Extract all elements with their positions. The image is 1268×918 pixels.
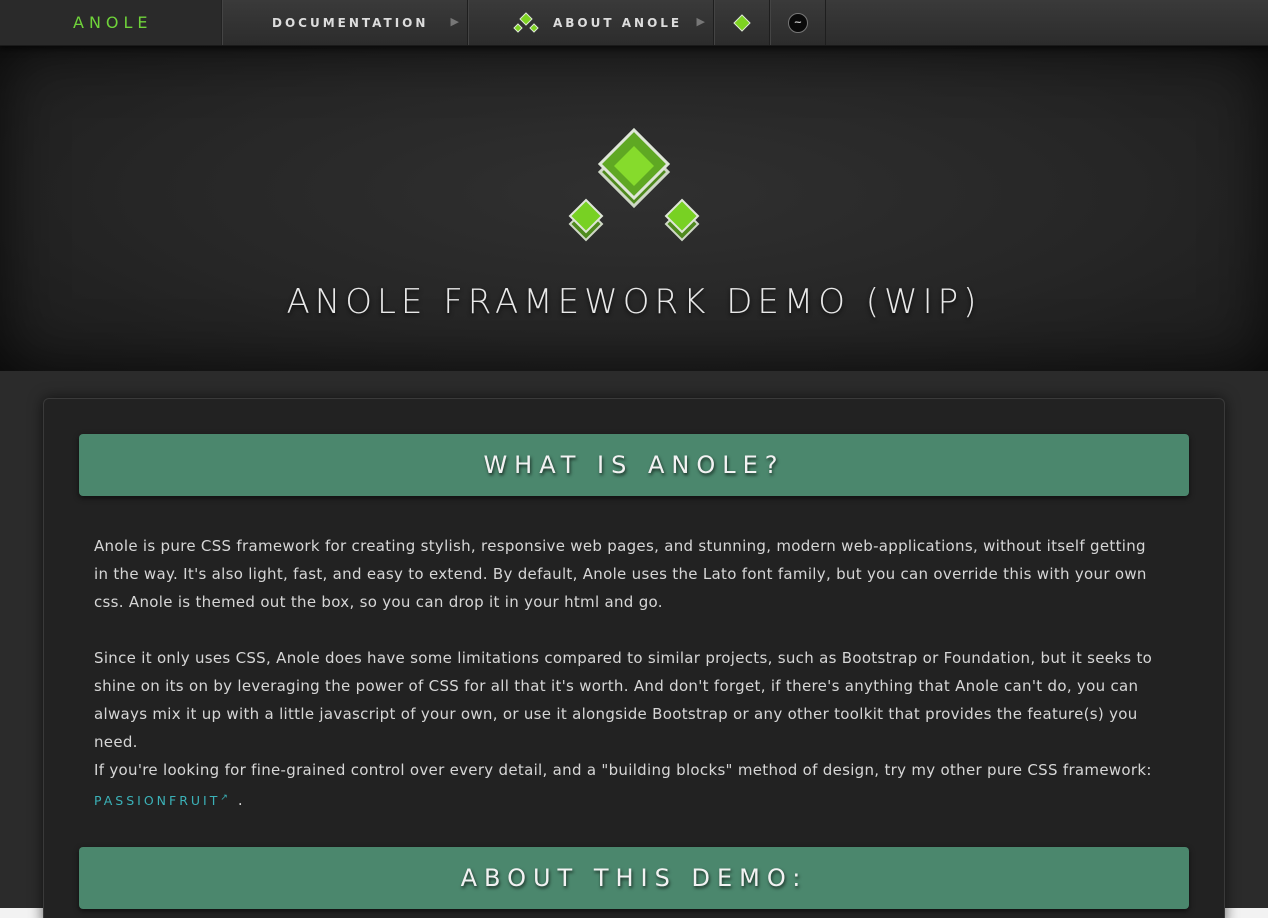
green-diamond-icon [733, 13, 751, 32]
intro-paragraph-1: Anole is pure CSS framework for creating… [94, 537, 1147, 611]
nav-about-label: ABOUT ANOLE [553, 15, 683, 30]
nav-diamond-button[interactable] [714, 0, 770, 45]
page-title: ANOLE FRAMEWORK DEMO (WIP) [286, 282, 982, 322]
nav-link-button[interactable]: ~ [770, 0, 826, 45]
intro-paragraph-3-text: If you're looking for fine-grained contr… [94, 761, 1152, 779]
content-card: WHAT IS ANOLE? Anole is pure CSS framewo… [43, 398, 1225, 918]
hero-banner: ANOLE FRAMEWORK DEMO (WIP) [0, 46, 1268, 371]
trailing-period: . [237, 791, 243, 810]
intro-paragraph-3: If you're looking for fine-grained contr… [94, 756, 1164, 815]
passionfruit-link[interactable]: PASSIONFRUIT↗ [94, 793, 238, 808]
anole-logo-icon [513, 11, 539, 33]
nav-documentation[interactable]: DOCUMENTATION ▶ [222, 0, 468, 45]
section-heading-what-is-anole: WHAT IS ANOLE? [79, 434, 1189, 496]
passionfruit-link-label: PASSIONFRUIT [94, 793, 221, 809]
top-nav: ANOLE DOCUMENTATION ▶ ABOUT ANOLE ▶ ~ [0, 0, 1268, 46]
caret-right-icon: ▶ [696, 15, 705, 28]
external-link-icon: ↗ [220, 793, 231, 803]
anole-logo-large-icon [568, 127, 700, 242]
section-heading-about-demo: ABOUT THIS DEMO: [79, 847, 1189, 909]
intro-paragraph-2: Since it only uses CSS, Anole does have … [94, 649, 1153, 751]
caret-right-icon: ▶ [450, 15, 459, 28]
nav-about-anole[interactable]: ABOUT ANOLE ▶ [468, 0, 714, 45]
brand-link[interactable]: ANOLE [0, 0, 222, 45]
nav-documentation-label: DOCUMENTATION [272, 15, 429, 30]
link-circle-icon: ~ [788, 12, 808, 33]
